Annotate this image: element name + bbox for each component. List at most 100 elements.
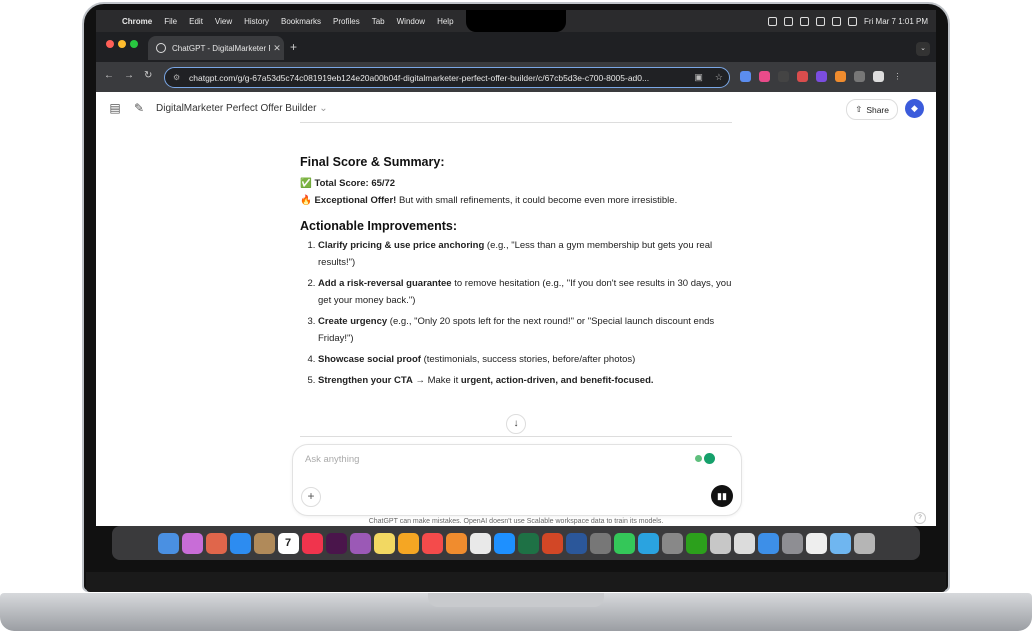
close-tab-icon[interactable]: ✕ [270, 43, 284, 54]
new-chat-icon[interactable]: ✎ [132, 101, 146, 115]
verdict-text: But with small refinements, it could bec… [396, 195, 678, 206]
browser-menu-icon[interactable]: ⋮ [892, 71, 903, 82]
list-item: Create urgency (e.g., "Only 20 spots lef… [318, 313, 732, 347]
menu-tab[interactable]: Tab [372, 17, 385, 26]
menu-app-name[interactable]: Chrome [122, 17, 152, 26]
powerpoint-icon[interactable] [541, 532, 563, 554]
extension-icon[interactable] [797, 71, 808, 82]
extension-icon[interactable] [759, 71, 770, 82]
sidebar-toggle-icon[interactable]: ▤ [108, 101, 122, 115]
quickbooks-icon[interactable] [685, 532, 707, 554]
podcasts-icon[interactable] [349, 532, 371, 554]
avatar[interactable]: ◆ [905, 99, 924, 118]
forward-icon[interactable]: → [124, 70, 134, 81]
safari-icon[interactable] [229, 532, 251, 554]
minimize-window-button[interactable] [118, 40, 126, 48]
menubar-status-area: Fri Mar 7 1:01 PM [767, 10, 928, 32]
wifi-icon[interactable] [831, 16, 841, 26]
new-tab-button[interactable]: + [290, 40, 297, 54]
profile-icon[interactable] [873, 71, 884, 82]
menu-window[interactable]: Window [397, 17, 425, 26]
attach-button[interactable]: + [301, 487, 321, 507]
zoom-window-button[interactable] [130, 40, 138, 48]
notes-app-icon[interactable] [253, 532, 275, 554]
stickies-icon[interactable] [373, 532, 395, 554]
chat-header: ▤ ✎ DigitalMarketer Perfect Offer Builde… [96, 92, 936, 126]
excel-icon[interactable] [517, 532, 539, 554]
launchpad-icon[interactable] [181, 532, 203, 554]
address-bar[interactable]: ⚙ chatgpt.com/g/g-67a53d5c74c081919eb124… [164, 67, 730, 88]
calendar-icon[interactable]: 7 [277, 532, 299, 554]
news-icon[interactable] [421, 532, 443, 554]
site-info-icon[interactable]: ⚙ [173, 73, 183, 82]
status-app-icon[interactable] [799, 16, 809, 26]
install-app-icon[interactable]: ▣ [694, 72, 703, 83]
reload-icon[interactable]: ↻ [144, 70, 152, 81]
help-button[interactable]: ? [914, 512, 926, 524]
item-bold: Clarify pricing & use price anchoring [318, 240, 485, 251]
voice-mode-button[interactable]: ▮▮ [711, 485, 733, 507]
menu-edit[interactable]: Edit [189, 17, 203, 26]
word-icon[interactable] [565, 532, 587, 554]
chrome-icon[interactable] [469, 532, 491, 554]
item-bold: Showcase social proof [318, 354, 421, 365]
fire-icon: 🔥 [300, 195, 312, 206]
menubar-clock[interactable]: Fri Mar 7 1:01 PM [864, 17, 928, 26]
chatgpt-icon[interactable] [733, 532, 755, 554]
trash-icon[interactable] [853, 532, 875, 554]
telegram-icon[interactable] [637, 532, 659, 554]
camera-notch [466, 10, 566, 32]
menu-file[interactable]: File [164, 17, 177, 26]
calculator-icon[interactable] [589, 532, 611, 554]
preview-icon[interactable] [757, 532, 779, 554]
control-center-icon[interactable] [847, 16, 857, 26]
gpt-title-dropdown[interactable]: DigitalMarketer Perfect Offer Builder ⌄ [156, 103, 328, 114]
extension-icon[interactable] [816, 71, 827, 82]
extensions-puzzle-icon[interactable] [854, 71, 865, 82]
battery-icon[interactable] [815, 16, 825, 26]
divider [300, 436, 732, 437]
status-app-icon[interactable] [767, 16, 777, 26]
music-icon[interactable] [301, 532, 323, 554]
bookmark-star-icon[interactable]: ☆ [715, 72, 723, 83]
url-text[interactable]: chatgpt.com/g/g-67a53d5c74c081919eb124e2… [189, 73, 688, 83]
app-store-icon[interactable] [493, 532, 515, 554]
back-icon[interactable]: ← [104, 70, 114, 81]
screen: Chrome File Edit View History Bookmarks … [96, 10, 936, 526]
tab-search-icon[interactable]: ⌄ [916, 42, 930, 56]
share-button[interactable]: ⇧ Share [846, 99, 898, 120]
browser-toolbar: ← → ↻ ⚙ chatgpt.com/g/g-67a53d5c74c08191… [96, 62, 936, 92]
score-line: ✅ Total Score: 65/72 [300, 175, 732, 192]
grammarly-icon[interactable] [704, 453, 715, 464]
menu-history[interactable]: History [244, 17, 269, 26]
finder-icon[interactable] [157, 532, 179, 554]
messages-icon[interactable] [613, 532, 635, 554]
share-icon: ⇧ [855, 104, 863, 114]
gpt-title: DigitalMarketer Perfect Offer Builder [156, 103, 317, 114]
item-text: (testimonials, success stories, before/a… [420, 354, 636, 365]
menu-help[interactable]: Help [437, 17, 453, 26]
keynote-icon[interactable] [709, 532, 731, 554]
list-item: Showcase social proof (testimonials, suc… [318, 351, 732, 368]
settings-icon[interactable] [781, 532, 803, 554]
menu-profiles[interactable]: Profiles [333, 17, 360, 26]
status-app-icon[interactable] [783, 16, 793, 26]
photos-icon[interactable] [397, 532, 419, 554]
scanner-icon[interactable] [805, 532, 827, 554]
browser-tab-active[interactable]: ChatGPT - DigitalMarketer Pe ✕ [148, 36, 284, 60]
extension-icon[interactable] [835, 71, 846, 82]
whatsapp-icon[interactable] [661, 532, 683, 554]
extension-icon[interactable] [740, 71, 751, 82]
books-icon[interactable] [445, 532, 467, 554]
scroll-to-bottom-button[interactable]: ↓ [506, 414, 526, 434]
location-pin-icon[interactable] [695, 455, 702, 462]
prompt-input[interactable] [303, 453, 667, 466]
extension-icon[interactable] [778, 71, 789, 82]
slack-icon[interactable] [325, 532, 347, 554]
folder-icon[interactable] [829, 532, 851, 554]
close-window-button[interactable] [106, 40, 114, 48]
menu-bookmarks[interactable]: Bookmarks [281, 17, 321, 26]
menu-view[interactable]: View [215, 17, 232, 26]
apps-icon[interactable] [205, 532, 227, 554]
list-item: Clarify pricing & use price anchoring (e… [318, 237, 732, 271]
